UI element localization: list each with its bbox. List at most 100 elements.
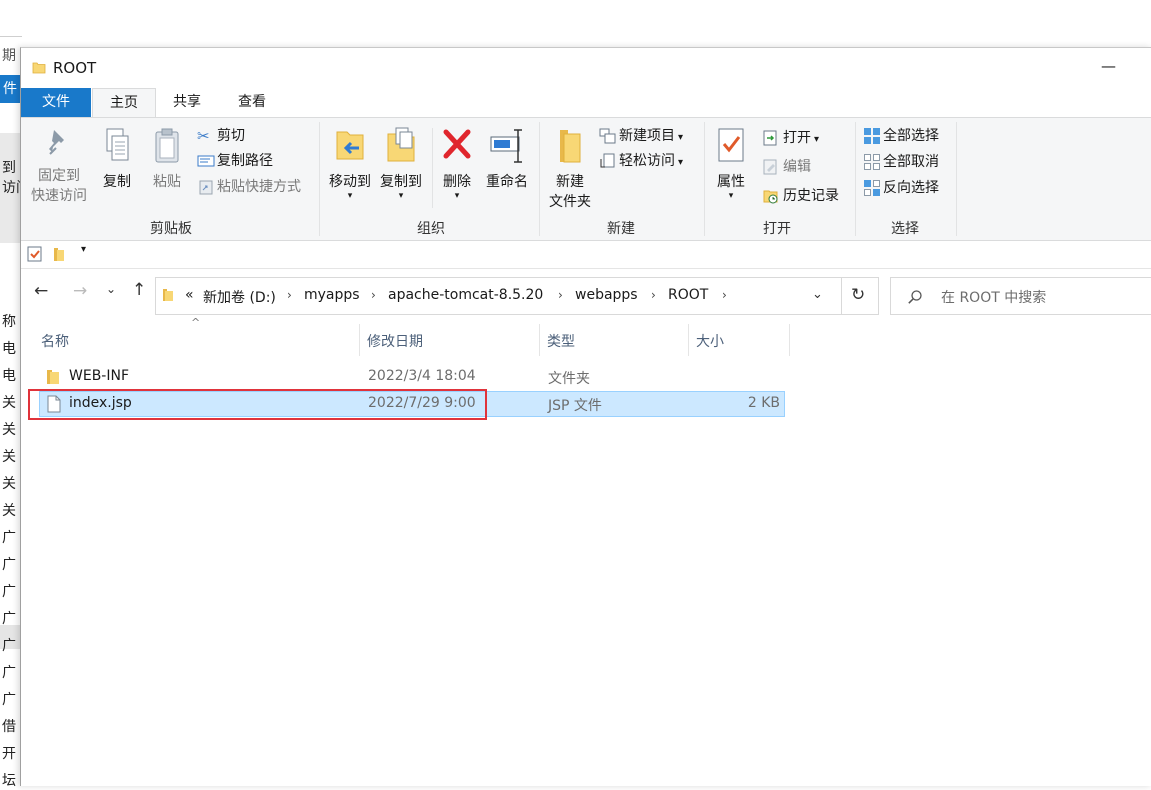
column-divider[interactable] <box>359 324 360 356</box>
easy-access-button[interactable]: 轻松访问 ▾ <box>599 151 683 173</box>
open-group-label: 打开 <box>763 221 791 237</box>
background-list-item[interactable]: 广 <box>2 608 20 628</box>
rename-button[interactable]: 重命名 <box>481 126 533 192</box>
new-folder-label-2: 文件夹 <box>549 194 591 210</box>
address-bar[interactable]: « 新加卷 (D:) › myapps › apache-tomcat-8.5.… <box>155 277 879 315</box>
select-none-label: 全部取消 <box>883 154 939 170</box>
dropdown-arrow-icon: ▾ <box>814 134 820 145</box>
dropdown-arrow-icon: ▾ <box>728 191 734 201</box>
new-item-button[interactable]: 新建项目 ▾ <box>599 126 683 148</box>
up-arrow-icon[interactable]: ↑ <box>132 280 146 300</box>
history-button[interactable]: 历史记录 <box>763 186 839 206</box>
background-list-item[interactable]: 关 <box>2 500 20 520</box>
copy-to-button[interactable]: 复制到 ▾ <box>376 126 426 201</box>
minimize-button[interactable]: — <box>1101 57 1116 75</box>
tab-file[interactable]: 文件 <box>21 88 91 117</box>
pin-quick-access-button[interactable]: 固定到 快速访问 <box>27 126 91 206</box>
background-text: 到 <box>2 160 16 176</box>
column-divider[interactable] <box>789 324 790 356</box>
refresh-icon[interactable]: ↻ <box>851 285 865 305</box>
background-list-item[interactable]: 称 <box>2 311 20 331</box>
rename-icon <box>490 129 522 163</box>
chevron-right-icon[interactable]: › <box>371 288 376 302</box>
select-none-button[interactable]: 全部取消 <box>863 152 939 172</box>
background-list-item[interactable]: 广 <box>2 527 20 547</box>
new-folder-button[interactable]: 新建 文件夹 <box>543 126 597 212</box>
invert-selection-button[interactable]: 反向选择 <box>863 178 939 198</box>
properties-label: 属性 <box>717 174 745 190</box>
background-window: 期 件 到 访问 称电电关关关关关广广广广广广广借开坛 <box>0 36 22 789</box>
background-list-item[interactable]: 广 <box>2 689 20 709</box>
background-list-item[interactable]: 广 <box>2 554 20 574</box>
group-divider <box>704 122 705 236</box>
chevron-right-icon[interactable]: › <box>722 288 727 302</box>
tab-share[interactable]: 共享 <box>161 88 213 117</box>
delete-button[interactable]: 删除 ▾ <box>437 126 477 201</box>
background-list-item[interactable]: 借 <box>2 716 20 736</box>
background-list-item[interactable]: 电 <box>2 338 20 358</box>
back-arrow-icon[interactable]: ← <box>34 281 48 301</box>
chevron-right-icon[interactable]: › <box>287 288 292 302</box>
paste-shortcut-button[interactable]: 粘贴快捷方式 <box>197 177 301 197</box>
column-divider[interactable] <box>539 324 540 356</box>
properties-button[interactable]: 属性 ▾ <box>709 126 753 201</box>
breadcrumb-tomcat[interactable]: apache-tomcat-8.5.20 <box>388 287 543 303</box>
select-none-icon <box>864 154 880 170</box>
chevron-right-icon[interactable]: › <box>651 288 656 302</box>
address-dropdown-icon[interactable]: ⌄ <box>812 287 823 302</box>
background-list-item[interactable]: 广 <box>2 635 20 655</box>
new-item-icon <box>599 128 616 144</box>
select-all-button[interactable]: 全部选择 <box>863 126 939 146</box>
properties-icon <box>718 128 744 162</box>
folder-icon <box>32 62 46 74</box>
select-group-label: 选择 <box>891 221 919 237</box>
breadcrumb-myapps[interactable]: myapps <box>304 287 360 303</box>
organize-group-label: 组织 <box>417 221 445 237</box>
highlight-box <box>28 389 487 420</box>
breadcrumb-drive[interactable]: 新加卷 (D:) <box>203 287 276 307</box>
column-header-type[interactable]: 类型 <box>547 331 575 351</box>
column-header-size[interactable]: 大小 <box>696 331 724 351</box>
column-header-modified[interactable]: 修改日期 <box>367 331 423 351</box>
background-list-item[interactable]: 关 <box>2 446 20 466</box>
file-name: WEB-INF <box>69 368 129 384</box>
breadcrumb-webapps[interactable]: webapps <box>575 287 638 303</box>
copy-path-button[interactable]: 复制路径 <box>197 151 273 171</box>
dropdown-arrow-icon: ▾ <box>678 132 684 143</box>
tab-home[interactable]: 主页 <box>92 88 156 118</box>
background-list-item[interactable]: 开 <box>2 743 20 763</box>
column-divider[interactable] <box>688 324 689 356</box>
open-label: 打开 <box>783 130 811 146</box>
forward-arrow-icon[interactable]: → <box>73 281 87 301</box>
edit-button[interactable]: 编辑 <box>763 157 811 177</box>
background-list-item[interactable]: 广 <box>2 662 20 682</box>
file-row-web-inf[interactable]: WEB-INF 2022/3/4 18:04 文件夹 <box>39 364 785 390</box>
background-list-item[interactable]: 电 <box>2 365 20 385</box>
copy-to-icon <box>387 127 415 162</box>
easy-access-icon <box>600 153 615 168</box>
tab-view[interactable]: 查看 <box>226 88 278 117</box>
copy-button[interactable]: 复制 <box>95 126 139 192</box>
move-to-button[interactable]: 移动到 ▾ <box>325 126 375 201</box>
background-list-item[interactable]: 坛 <box>2 770 20 790</box>
open-button[interactable]: 打开 ▾ <box>763 128 819 150</box>
customize-toolbar-icon[interactable]: ▾ <box>81 244 86 255</box>
search-box[interactable]: 在 ROOT 中搜索 <box>890 277 1151 315</box>
recent-locations-icon[interactable]: ⌄ <box>106 282 116 296</box>
new-folder-qat-icon[interactable] <box>51 246 67 262</box>
properties-check-icon[interactable] <box>27 246 43 262</box>
column-header-name[interactable]: 名称 <box>41 331 69 351</box>
cut-button[interactable]: ✂ 剪切 <box>197 126 245 146</box>
background-tab[interactable]: 件 <box>0 75 20 103</box>
pin-label-2: 快速访问 <box>31 188 87 204</box>
history-icon <box>763 190 778 204</box>
chevron-right-icon[interactable]: › <box>558 288 563 302</box>
paste-button[interactable]: 粘贴 <box>145 126 189 192</box>
copy-path-label: 复制路径 <box>217 153 273 169</box>
breadcrumb-root[interactable]: ROOT <box>668 287 708 303</box>
background-list-item[interactable]: 广 <box>2 581 20 601</box>
background-list-item[interactable]: 关 <box>2 473 20 493</box>
breadcrumb-overflow[interactable]: « <box>185 287 194 303</box>
background-list-item[interactable]: 关 <box>2 419 20 439</box>
background-list-item[interactable]: 关 <box>2 392 20 412</box>
